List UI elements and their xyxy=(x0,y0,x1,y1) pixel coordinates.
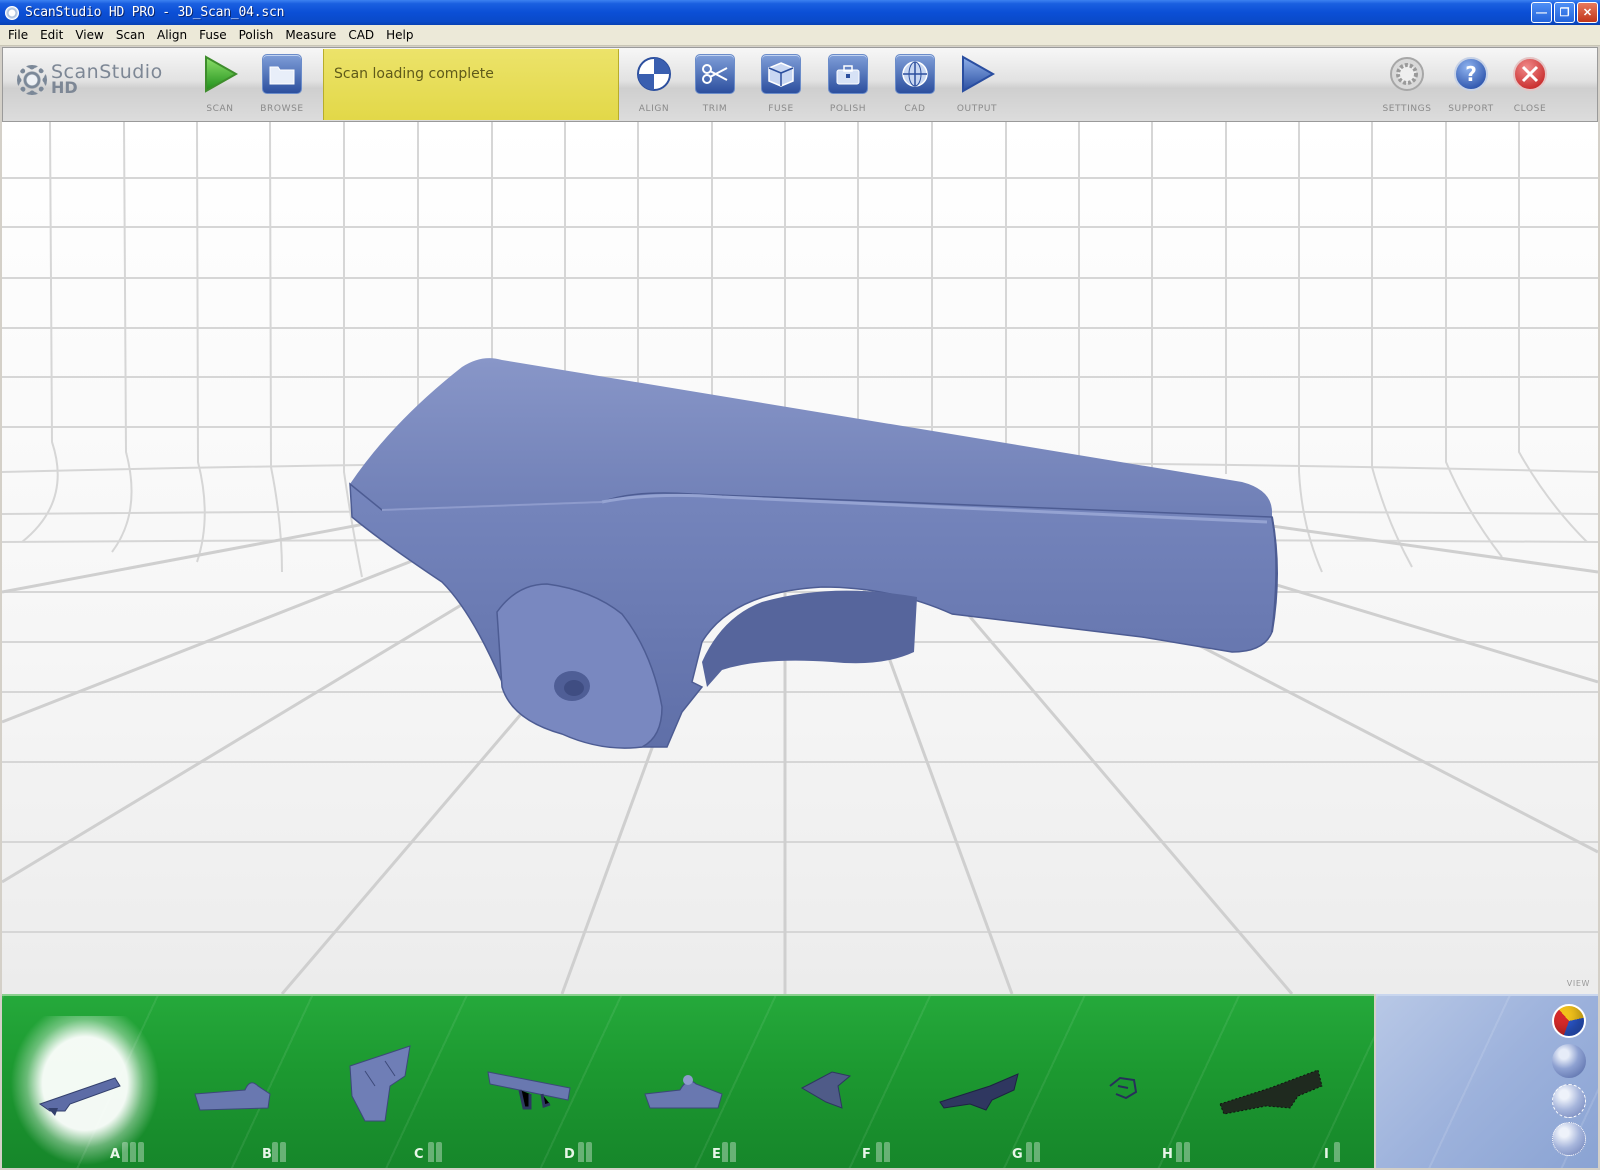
thumbnail-f[interactable]: F xyxy=(760,1016,910,1166)
folder-icon xyxy=(262,54,302,94)
polish-label: Polish xyxy=(829,104,867,114)
thumbnail-h[interactable]: H xyxy=(1060,1016,1210,1166)
cad-sphere-icon xyxy=(895,54,935,94)
thumbnail-a-letter: A xyxy=(110,1147,121,1162)
menu-measure[interactable]: Measure xyxy=(279,28,342,42)
thumbnail-b-preview xyxy=(194,1082,271,1111)
title-bar: ScanStudio HD PRO - 3D_Scan_04.scn — ❐ ✕ xyxy=(0,0,1600,25)
3d-viewport[interactable]: VIEW xyxy=(2,122,1598,994)
status-panel: Scan loading complete xyxy=(323,49,619,120)
output-label: Output xyxy=(956,104,998,114)
scan-label: Scan xyxy=(206,104,234,114)
trim-label: Trim xyxy=(702,104,728,114)
view-label: VIEW xyxy=(1566,979,1590,988)
color-view-sphere-icon[interactable] xyxy=(1552,1004,1586,1038)
browse-button[interactable]: Browse xyxy=(252,54,312,114)
close-label: Close xyxy=(1513,104,1547,114)
scan-thumbnail-strip: A B C D E F G H I xyxy=(2,994,1374,1168)
menu-view[interactable]: View xyxy=(69,28,109,42)
align-button[interactable]: Align xyxy=(624,54,684,114)
menu-scan[interactable]: Scan xyxy=(110,28,151,42)
align-crosshair-icon xyxy=(634,54,674,94)
thumbnail-a[interactable]: A xyxy=(10,1016,160,1166)
gear-logo-icon xyxy=(17,65,47,95)
output-button[interactable]: Output xyxy=(947,54,1007,114)
browse-label: Browse xyxy=(260,104,304,114)
settings-label: Settings xyxy=(1382,104,1432,114)
mesh-view-sphere-icon[interactable] xyxy=(1552,1084,1586,1118)
thumbnail-b[interactable]: B xyxy=(160,1016,310,1166)
app-icon[interactable] xyxy=(5,5,19,20)
polish-button[interactable]: Polish xyxy=(818,54,878,114)
minimize-button[interactable]: — xyxy=(1531,2,1552,23)
close-window-button[interactable]: ✕ xyxy=(1577,2,1598,23)
svg-text:?: ? xyxy=(1465,62,1477,86)
thumbnail-i[interactable]: I xyxy=(1210,1016,1360,1166)
settings-button[interactable]: Settings xyxy=(1377,54,1437,114)
help-question-icon: ? xyxy=(1451,54,1491,94)
menu-polish[interactable]: Polish xyxy=(233,28,280,42)
cad-label: CAD xyxy=(904,104,926,114)
window-controls: — ❐ ✕ xyxy=(1531,2,1598,23)
view-mode-panel xyxy=(1376,994,1598,1168)
viewport-scene xyxy=(2,122,1598,994)
menu-cad[interactable]: CAD xyxy=(342,28,380,42)
menu-align[interactable]: Align xyxy=(151,28,193,42)
scissors-icon xyxy=(695,54,735,94)
shaded-view-sphere-icon[interactable] xyxy=(1552,1044,1586,1078)
gear-icon xyxy=(1387,54,1427,94)
fuse-label: Fuse xyxy=(768,104,794,114)
thumbnail-h-letter: H xyxy=(1162,1147,1173,1162)
status-message: Scan loading complete xyxy=(334,66,494,82)
thumbnail-b-letter: B xyxy=(262,1147,272,1162)
points-view-sphere-icon[interactable] xyxy=(1552,1122,1586,1156)
menu-bar: File Edit View Scan Align Fuse Polish Me… xyxy=(0,25,1600,46)
thumbnail-e-letter: E xyxy=(712,1147,721,1162)
thumbnail-i-letter: I xyxy=(1324,1147,1329,1162)
thumbnail-g-letter: G xyxy=(1012,1147,1023,1162)
thumbnail-c-letter: C xyxy=(414,1147,424,1162)
thumbnail-g[interactable]: G xyxy=(910,1016,1060,1166)
thumbnail-e[interactable]: E xyxy=(610,1016,760,1166)
cad-button[interactable]: CAD xyxy=(885,54,945,114)
align-label: Align xyxy=(638,104,670,114)
support-button[interactable]: ? Support xyxy=(1441,54,1501,114)
thumbnail-d-letter: D xyxy=(564,1147,575,1162)
box-icon xyxy=(761,54,801,94)
close-x-icon xyxy=(1510,54,1550,94)
thumbnail-d[interactable]: D xyxy=(460,1016,610,1166)
output-arrow-icon xyxy=(957,54,997,94)
toolbox-icon xyxy=(828,54,868,94)
trim-button[interactable]: Trim xyxy=(685,54,745,114)
play-icon xyxy=(200,54,240,94)
main-toolbar: ScanStudio HD Scan Browse Scan loading c… xyxy=(2,47,1598,122)
close-button[interactable]: Close xyxy=(1500,54,1560,114)
menu-help[interactable]: Help xyxy=(380,28,419,42)
menu-fuse[interactable]: Fuse xyxy=(193,28,233,42)
menu-edit[interactable]: Edit xyxy=(34,28,69,42)
thumbnail-e-preview xyxy=(644,1075,723,1109)
thumbnail-c[interactable]: C xyxy=(310,1016,460,1166)
restore-button[interactable]: ❐ xyxy=(1554,2,1575,23)
support-label: Support xyxy=(1448,104,1494,114)
fuse-button[interactable]: Fuse xyxy=(751,54,811,114)
thumbnail-f-letter: F xyxy=(862,1147,871,1162)
window-title: ScanStudio HD PRO - 3D_Scan_04.scn xyxy=(25,5,285,20)
menu-file[interactable]: File xyxy=(2,28,34,42)
scan-button[interactable]: Scan xyxy=(190,54,250,114)
app-logo: ScanStudio HD xyxy=(17,63,163,96)
